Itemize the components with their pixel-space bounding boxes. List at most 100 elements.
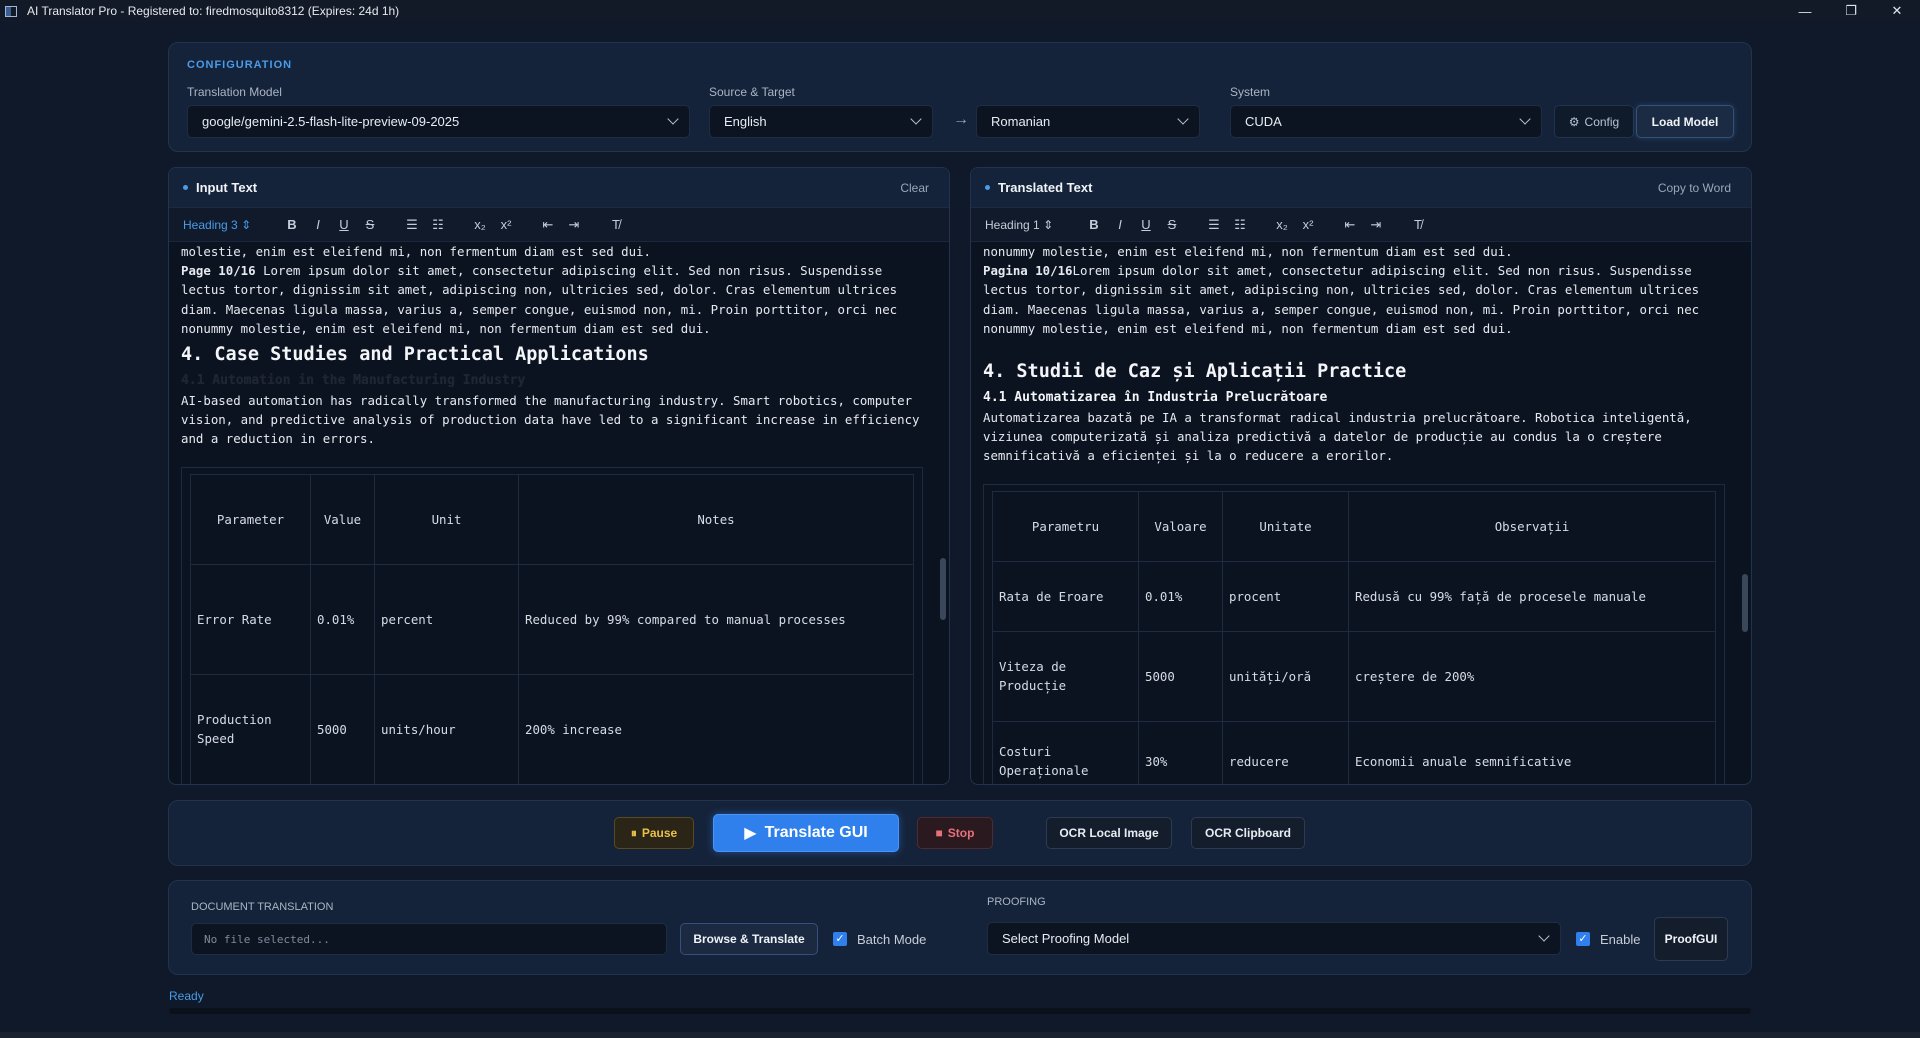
data-table: Parametru Valoare Unitate Observații Rat… xyxy=(992,490,1716,784)
stop-button[interactable]: ■ Stop xyxy=(917,817,993,849)
superscript-icon[interactable]: x² xyxy=(1295,217,1321,232)
status-dot-icon xyxy=(985,185,990,190)
table-cell: 0.01% xyxy=(310,563,375,675)
heading-2: 4. Case Studies and Practical Applicatio… xyxy=(181,344,649,366)
paragraph-text: Lorem ipsum dolor sit amet, consectetur … xyxy=(181,263,898,336)
table-header: Unitate xyxy=(1222,490,1349,562)
indent-icon[interactable]: ⇥ xyxy=(1363,217,1389,233)
output-format-toolbar: Heading 1 ⇕ B I U S ☰ ☷ x₂ x² ⇤ ⇥ T̸ xyxy=(971,208,1751,242)
ocr-local-image-button[interactable]: OCR Local Image xyxy=(1046,817,1172,849)
underline-icon[interactable]: U xyxy=(1133,217,1159,232)
indent-icon[interactable]: ⇥ xyxy=(561,217,587,233)
document-translation-panel: DOCUMENT TRANSLATION No file selected...… xyxy=(168,880,1752,975)
strikethrough-icon[interactable]: S xyxy=(357,217,383,232)
data-table-wrapper: Parameter Value Unit Notes Error Rate 0.… xyxy=(181,466,923,784)
translated-text-panel: Translated Text Copy to Word Heading 1 ⇕… xyxy=(970,167,1752,785)
chevron-down-icon xyxy=(1519,113,1531,125)
source-language-select[interactable]: English xyxy=(709,105,933,138)
translated-text-title: Translated Text xyxy=(998,180,1093,195)
arrow-right-icon: → xyxy=(953,111,969,128)
progress-bar xyxy=(169,1008,1751,1014)
enable-label: Enable xyxy=(1600,932,1641,947)
proof-gui-button[interactable]: Proof GUI xyxy=(1654,917,1728,961)
translated-text-editor[interactable]: nonummy molestie, enim est eleifend mi, … xyxy=(971,242,1737,784)
subscript-icon[interactable]: x₂ xyxy=(467,217,493,232)
input-scrollbar[interactable] xyxy=(940,558,946,620)
page-marker: Pagina 10/16 xyxy=(983,263,1073,279)
system-value: CUDA xyxy=(1245,114,1282,129)
data-table: Parameter Value Unit Notes Error Rate 0.… xyxy=(190,473,914,784)
heading-select-value: Heading 1 xyxy=(985,217,1040,232)
document-translation-title: DOCUMENT TRANSLATION xyxy=(191,901,334,913)
window-bottom-edge xyxy=(0,1032,1920,1038)
chevron-down-icon xyxy=(667,113,679,125)
heading-select[interactable]: Heading 1 ⇕ xyxy=(985,218,1081,232)
clear-format-icon[interactable]: T̸ xyxy=(1405,217,1431,232)
bold-icon[interactable]: B xyxy=(1081,217,1107,232)
target-language-select[interactable]: Romanian xyxy=(976,105,1200,138)
ordered-list-icon[interactable]: ☰ xyxy=(1201,217,1227,233)
proof-label: Proof xyxy=(1664,931,1696,946)
input-text-panel: Input Text Clear Heading 3 ⇕ B I U S ☰ ☷… xyxy=(168,167,950,785)
table-cell: Redusă cu 99% față de procesele manuale xyxy=(1348,560,1716,632)
input-text-header: Input Text Clear xyxy=(169,168,949,208)
gear-icon: ⚙ xyxy=(1568,114,1580,129)
table-cell: 0.01% xyxy=(1138,560,1223,632)
updown-icon: ⇕ xyxy=(1043,217,1054,232)
italic-icon[interactable]: I xyxy=(1107,217,1133,232)
table-row: Viteza de Producție 5000 unități/oră cre… xyxy=(992,630,1716,722)
title-bar: AI Translator Pro - Registered to: fired… xyxy=(0,0,1920,22)
config-button[interactable]: ⚙ Config xyxy=(1554,105,1634,138)
status-dot-icon xyxy=(183,185,188,190)
heading-select[interactable]: Heading 3 ⇕ xyxy=(183,218,279,232)
table-cell: procent xyxy=(1222,560,1349,632)
outdent-icon[interactable]: ⇤ xyxy=(535,217,561,233)
table-row: Rata de Eroare 0.01% procent Redusă cu 9… xyxy=(992,560,1716,632)
target-language-value: Romanian xyxy=(991,114,1051,129)
table-cell: Costuri Operaționale xyxy=(992,720,1139,784)
table-cell: Reduced by 99% compared to manual proces… xyxy=(518,563,914,675)
stop-label: Stop xyxy=(947,826,975,840)
proofing-model-value: Select Proofing Model xyxy=(1002,931,1130,946)
proofing-title: PROOFING xyxy=(987,896,1046,908)
table-header: Notes xyxy=(518,473,914,565)
translation-model-select[interactable]: google/gemini-2.5-flash-lite-preview-09-… xyxy=(187,105,690,138)
clear-format-icon[interactable]: T̸ xyxy=(603,217,629,232)
ocr-clipboard-button[interactable]: OCR Clipboard xyxy=(1191,817,1305,849)
file-input[interactable]: No file selected... xyxy=(191,923,667,955)
proofing-model-select[interactable]: Select Proofing Model xyxy=(987,922,1561,955)
strikethrough-icon[interactable]: S xyxy=(1159,217,1185,232)
bold-icon[interactable]: B xyxy=(279,217,305,232)
batch-mode-checkbox[interactable]: ✓ xyxy=(833,932,847,946)
italic-icon[interactable]: I xyxy=(305,217,331,232)
restore-icon[interactable]: ❐ xyxy=(1828,0,1874,22)
close-icon[interactable]: ✕ xyxy=(1874,0,1920,22)
ordered-list-icon[interactable]: ☰ xyxy=(399,217,425,233)
input-text-editor[interactable]: molestie, enim est eleifend mi, non ferm… xyxy=(169,242,935,784)
table-cell: units/hour xyxy=(374,673,519,784)
paragraph: molestie, enim est eleifend mi, non ferm… xyxy=(181,244,651,259)
table-header: Parameter xyxy=(190,473,311,565)
minimize-icon[interactable]: — xyxy=(1782,0,1828,22)
outdent-icon[interactable]: ⇤ xyxy=(1337,217,1363,233)
gui-label: GUI xyxy=(1696,931,1718,946)
table-cell: 5000 xyxy=(310,673,375,784)
translate-gui-button[interactable]: ▶ Translate GUI xyxy=(713,814,899,852)
bullet-list-icon[interactable]: ☷ xyxy=(425,217,451,233)
clear-button[interactable]: Clear xyxy=(900,181,929,195)
subscript-icon[interactable]: x₂ xyxy=(1269,217,1295,232)
paragraph: AI-based automation has radically transf… xyxy=(181,393,920,447)
output-scrollbar[interactable] xyxy=(1742,574,1748,632)
enable-checkbox[interactable]: ✓ xyxy=(1576,932,1590,946)
browse-translate-button[interactable]: Browse & Translate xyxy=(680,923,818,955)
copy-to-word-button[interactable]: Copy to Word xyxy=(1658,181,1731,195)
table-row: Error Rate 0.01% percent Reduced by 99% … xyxy=(190,563,914,675)
translated-text-header: Translated Text Copy to Word xyxy=(971,168,1751,208)
heading-3: 4.1 Automation in the Manufacturing Indu… xyxy=(181,373,526,389)
load-model-button[interactable]: Load Model xyxy=(1636,105,1734,138)
bullet-list-icon[interactable]: ☷ xyxy=(1227,217,1253,233)
pause-button[interactable]: ⏸ Pause xyxy=(614,817,694,849)
system-select[interactable]: CUDA xyxy=(1230,105,1542,138)
underline-icon[interactable]: U xyxy=(331,217,357,232)
superscript-icon[interactable]: x² xyxy=(493,217,519,232)
